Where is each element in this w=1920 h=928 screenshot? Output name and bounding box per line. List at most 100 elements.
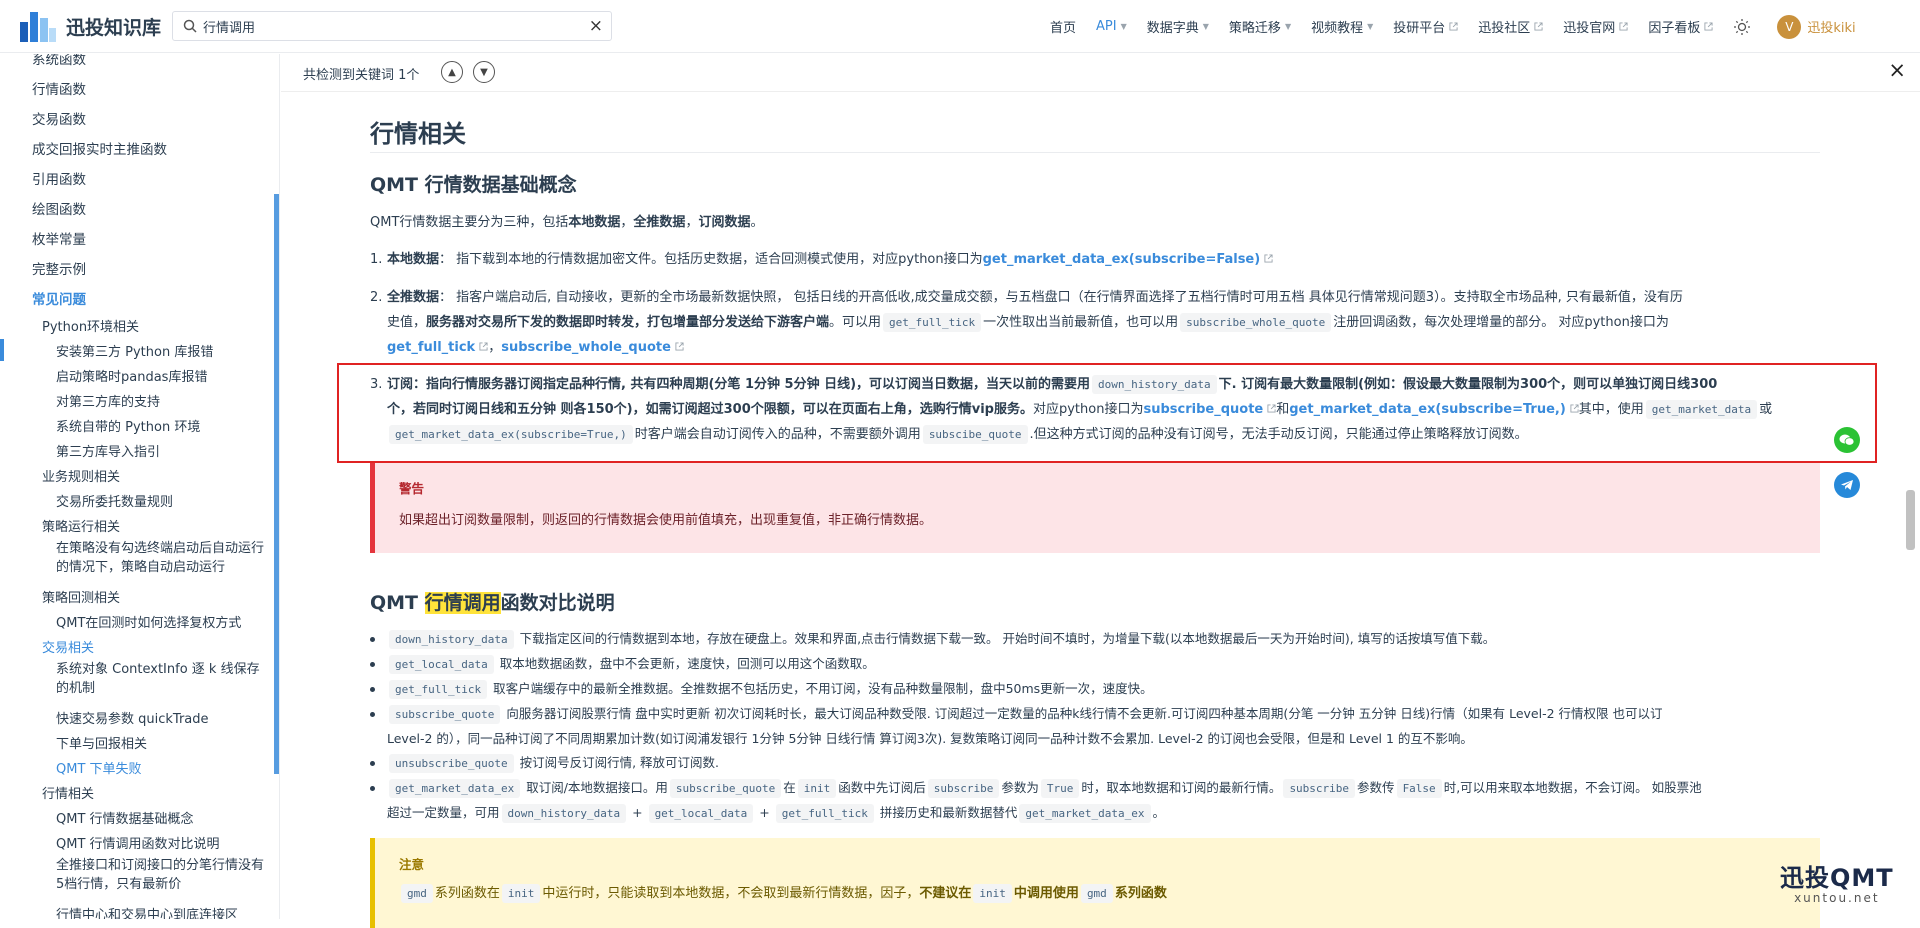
sidebar-scrollbar[interactable] <box>274 194 279 774</box>
external-link-icon <box>1619 22 1628 31</box>
sidebar-item[interactable]: 绘图函数 <box>32 198 86 218</box>
link-get-full-tick[interactable]: get_full_tick <box>387 340 475 355</box>
sidebar-item[interactable]: QMT 行情调用函数对比说明 <box>56 833 220 852</box>
page-scrollbar[interactable] <box>1906 490 1915 550</box>
user-menu[interactable]: V 迅投kiki <box>1777 14 1856 39</box>
text: + <box>632 805 643 820</box>
text: 下载指定区间的行情数据到本地，存放在硬盘上。效果和界面,点击行情数据下载一致。 … <box>519 631 1496 646</box>
nav-factor-board[interactable]: 因子看板 <box>1648 17 1713 36</box>
nav-research-platform[interactable]: 投研平台 <box>1393 17 1458 36</box>
wechat-share-icon[interactable] <box>1834 427 1860 453</box>
bullet-icon <box>370 637 375 642</box>
text: 订阅数据 <box>698 215 751 230</box>
sidebar-item[interactable]: 系统对象 ContextInfo 逐 k 线保存的机制 <box>56 660 271 698</box>
list-item: get_market_data_ex 取订阅/本地数据接口。用 subscribe… <box>370 776 1820 826</box>
text: 不建议在 <box>919 886 972 901</box>
chevron-up-icon: ▲ <box>448 66 456 78</box>
nav-community[interactable]: 迅投社区 <box>1478 17 1543 36</box>
bullet-icon <box>370 662 375 667</box>
nav-community-label: 迅投社区 <box>1478 21 1531 36</box>
list-item: unsubscribe_quote 按订阅号反订阅行情, 释放可订阅数. <box>370 751 1820 776</box>
bullet-icon <box>370 712 375 717</box>
sidebar-item[interactable]: 交易函数 <box>32 108 86 128</box>
sidebar-item[interactable]: 快速交易参数 quickTrade <box>56 708 209 727</box>
chevron-down-icon: ▼ <box>480 66 488 78</box>
sidebar-item-faq[interactable]: 常见问题 <box>32 288 86 308</box>
nav-strategy-migration[interactable]: 策略迁移 ▼ <box>1229 17 1291 36</box>
sidebar-item[interactable]: 对第三方库的支持 <box>56 391 160 410</box>
sidebar-item[interactable]: Python环境相关 <box>42 316 139 335</box>
list-item: get_local_data 取本地数据函数，盘中不会更新，速度快，回测可以用这… <box>370 652 1820 677</box>
text: ： 指客户端启动后, 自动接收，更新的全市场最新数据快照， 包括日线的开高低收,… <box>439 290 1683 305</box>
link-subscribe-whole-quote[interactable]: subscribe_whole_quote <box>501 340 671 355</box>
note-callout: 注意 gmd 系列函数在 init 中运行时，只能读取到本地数据，不会取到最新行情数据… <box>370 838 1820 928</box>
chevron-down-icon: ▼ <box>1367 22 1374 31</box>
find-result-text: 共检测到关键词 1个 <box>303 68 420 83</box>
site-title[interactable]: 迅投知识库 <box>66 13 161 40</box>
sidebar-item[interactable]: 引用函数 <box>32 168 86 188</box>
sidebar-item-order-fail[interactable]: QMT 下单失败 <box>56 758 142 777</box>
nav-official-site[interactable]: 迅投官网 <box>1563 17 1628 36</box>
sidebar-item-trading[interactable]: 交易相关 <box>42 637 94 656</box>
sidebar-item[interactable]: 策略回测相关 <box>42 587 120 606</box>
find-next-button[interactable]: ▼ <box>473 61 495 83</box>
nav-factor-board-label: 因子看板 <box>1648 21 1701 36</box>
sidebar-item[interactable]: QMT 行情数据基础概念 <box>56 808 194 827</box>
list-item: subscribe_quote 向服务器订阅股票行情 盘中实时更新 初次订阅耗时… <box>370 702 1820 751</box>
nav-api[interactable]: API ▼ <box>1096 19 1127 34</box>
sidebar-item[interactable]: 行情函数 <box>32 78 86 98</box>
search-highlight: 行情调用 <box>424 592 501 614</box>
link-get-market-data-ex[interactable]: get_market_data_ex(subscribe=False) <box>983 252 1261 267</box>
inline-code: subscribe_quote <box>669 779 782 798</box>
search-input[interactable] <box>203 15 583 37</box>
sidebar-item[interactable]: 在策略没有勾选终端启动后自动运行的情况下，策略自动启动运行 <box>56 539 271 577</box>
sidebar-item[interactable]: 系统函数 <box>32 54 86 68</box>
text: 本地数据 <box>568 215 621 230</box>
sidebar-item[interactable]: 完整示例 <box>32 258 86 278</box>
theme-toggle-sun-icon[interactable] <box>1733 18 1751 36</box>
sidebar-item[interactable]: 行情中心和交易中心到底连接区 <box>56 904 238 919</box>
inline-code: get_full_tick <box>389 680 488 699</box>
text: 系列函数 <box>1114 886 1167 901</box>
text: 注册回调函数，每次处理增量的部分。 对应python接口为 <box>1333 315 1669 330</box>
sidebar-item[interactable]: 启动策略时pandas库报错 <box>56 366 207 385</box>
external-link-icon <box>1704 22 1713 31</box>
sidebar-item[interactable]: 业务规则相关 <box>42 466 120 485</box>
nav-home[interactable]: 首页 <box>1050 17 1076 36</box>
logo-icon[interactable] <box>18 8 58 44</box>
search-box[interactable]: × <box>172 11 612 41</box>
sidebar-item[interactable]: QMT在回测时如何选择复权方式 <box>56 612 241 631</box>
top-navbar: 迅投知识库 × 首页 API▼ 数据字典▼ 策略迁移▼ 视频教程▼ 投研平台 迅… <box>0 0 1920 53</box>
text: 服务器对交易所下发的数据即时转发，打包增量部分发送给下游客户端 <box>426 315 830 330</box>
sidebar-item[interactable]: 全推接口和订阅接口的分笔行情没有5档行情，只有最新价 <box>56 856 271 894</box>
text: 。可以用 <box>829 315 882 330</box>
nav-data-dictionary[interactable]: 数据字典 ▼ <box>1147 17 1209 36</box>
text: 中运行时，只能读取到本地数据，不会取到最新行情数据，因子， <box>542 886 920 901</box>
text: 系列函数在 <box>434 886 500 901</box>
sidebar-item[interactable]: 安装第三方 Python 库报错 <box>56 341 213 360</box>
sidebar-item[interactable]: 下单与回报相关 <box>56 733 147 752</box>
sidebar-item[interactable]: 行情相关 <box>42 783 94 802</box>
find-bar: 共检测到关键词 1个 ▲ ▼ × <box>281 54 1920 92</box>
sidebar-item[interactable]: 系统自带的 Python 环境 <box>56 416 200 435</box>
sidebar-item[interactable]: 第三方库导入指引 <box>56 441 160 460</box>
text: 时,可以用来取本地数据，不会订阅。 如股票池 <box>1443 780 1702 795</box>
sidebar-item[interactable]: 成交回报实时主推函数 <box>32 138 167 158</box>
close-icon[interactable]: × <box>1888 58 1906 82</box>
text: 。 <box>1152 805 1166 820</box>
sidebar-item[interactable]: 枚举常量 <box>32 228 86 248</box>
watermark-title: 迅投QMT <box>1780 864 1894 892</box>
text: 一次性取出当前最新值，也可以用 <box>983 315 1179 330</box>
annotation-highlight-box <box>337 363 1877 463</box>
sidebar-item[interactable]: 交易所委托数量规则 <box>56 491 173 510</box>
nav-video-tutorials[interactable]: 视频教程 ▼ <box>1311 17 1373 36</box>
clear-search-icon[interactable]: × <box>589 16 603 36</box>
list-item: 1. 本地数据： 指下载到本地的行情数据加密文件。包括历史数据，适合回测模式使用… <box>370 247 1820 272</box>
find-prev-button[interactable]: ▲ <box>441 61 463 83</box>
inline-code: subscribe_quote <box>389 705 501 724</box>
subsection-title: QMT 行情数据基础概念 <box>370 174 577 196</box>
nav-strategy-migration-label: 策略迁移 <box>1228 21 1281 36</box>
sidebar-item[interactable]: 策略运行相关 <box>42 516 120 535</box>
telegram-share-icon[interactable] <box>1834 472 1860 498</box>
nav-links: 首页 API ▼ 数据字典 ▼ 策略迁移 ▼ 视频教程 ▼ 投研平台 迅投社区 迅投官网… <box>1050 0 1856 53</box>
